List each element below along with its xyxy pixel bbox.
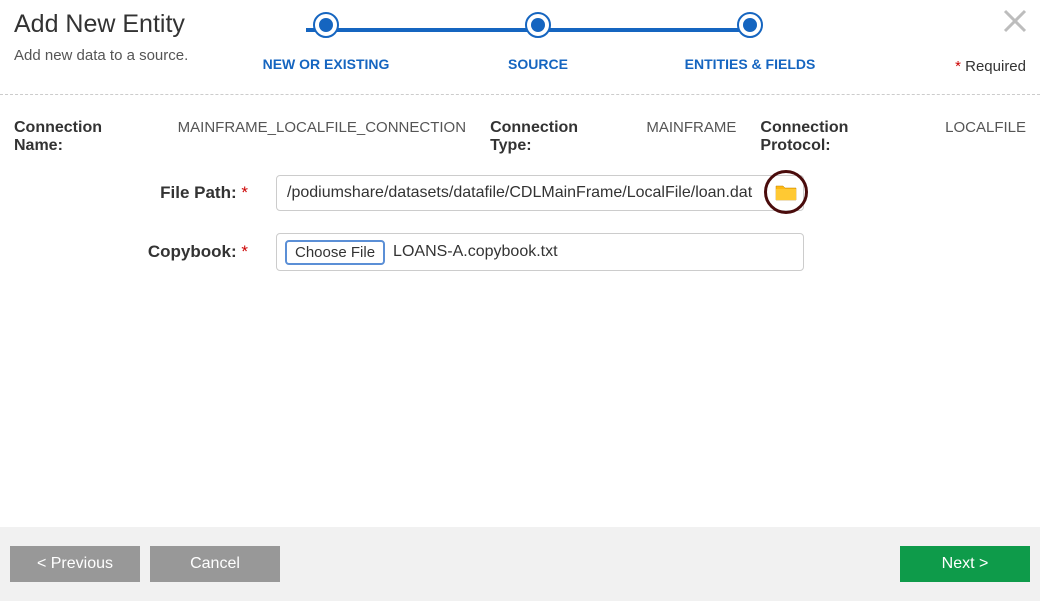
required-indicator: * Required (955, 58, 1026, 75)
close-icon (1000, 6, 1030, 36)
browse-folder-button[interactable] (764, 170, 808, 214)
wizard-stepper: NEW OR EXISTING SOURCE ENTITIES & FIELDS (246, 12, 830, 72)
filepath-input[interactable] (276, 175, 804, 211)
connection-info-row: Connection Name: MAINFRAME_LOCALFILE_CON… (0, 95, 1040, 155)
connection-protocol-value: LOCALFILE (945, 119, 1026, 136)
next-button[interactable]: Next > (900, 546, 1030, 582)
connection-name-label: Connection Name: (14, 119, 154, 155)
connection-type-value: MAINFRAME (646, 119, 736, 136)
copybook-label: Copybook: * (0, 242, 256, 262)
step-label: ENTITIES & FIELDS (685, 56, 816, 72)
copybook-file-picker[interactable]: Choose File LOANS-A.copybook.txt (276, 233, 804, 271)
choose-file-button[interactable]: Choose File (285, 240, 385, 265)
step-entities-fields[interactable]: ENTITIES & FIELDS (670, 12, 830, 72)
close-button[interactable] (1000, 6, 1030, 41)
step-new-or-existing[interactable]: NEW OR EXISTING (246, 12, 406, 72)
connection-protocol-label: Connection Protocol: (760, 119, 921, 155)
copybook-filename: LOANS-A.copybook.txt (393, 243, 558, 261)
folder-icon (775, 183, 797, 201)
cancel-button[interactable]: Cancel (150, 546, 280, 582)
previous-button[interactable]: < Previous (10, 546, 140, 582)
step-label: SOURCE (508, 56, 568, 72)
step-source[interactable]: SOURCE (458, 12, 618, 72)
connection-name-value: MAINFRAME_LOCALFILE_CONNECTION (178, 119, 466, 136)
footer-bar: < Previous Cancel Next > (0, 527, 1040, 601)
step-label: NEW OR EXISTING (263, 56, 390, 72)
filepath-label: File Path: * (0, 183, 256, 203)
connection-type-label: Connection Type: (490, 119, 622, 155)
